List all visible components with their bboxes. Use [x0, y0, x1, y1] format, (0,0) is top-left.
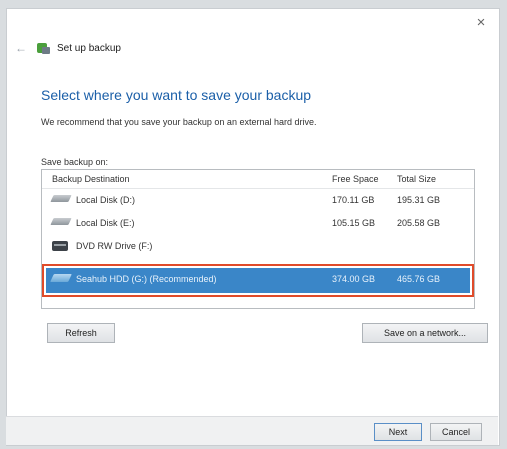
dialog-window: × ← Set up backup Select where you want … — [6, 8, 500, 446]
list-item[interactable]: Local Disk (E:) 105.15 GB 205.58 GB — [42, 212, 474, 235]
drive-free-space: 170.11 GB — [332, 195, 375, 205]
page-heading: Select where you want to save your backu… — [41, 87, 312, 103]
hard-drive-icon — [50, 195, 72, 202]
column-header-total-size[interactable]: Total Size — [397, 174, 436, 184]
list-item[interactable]: Local Disk (D:) 170.11 GB 195.31 GB — [42, 189, 474, 212]
column-header-destination[interactable]: Backup Destination — [52, 174, 130, 184]
column-header-free-space[interactable]: Free Space — [332, 174, 379, 184]
list-item[interactable]: DVD RW Drive (F:) — [42, 235, 474, 258]
recommendation-text: We recommend that you save your backup o… — [41, 117, 317, 127]
drive-free-space: 105.15 GB — [332, 218, 376, 228]
drive-name: Local Disk (E:) — [76, 218, 135, 228]
dialog-footer — [6, 416, 498, 445]
back-arrow-icon[interactable]: ← — [15, 41, 27, 55]
dvd-drive-icon — [52, 241, 68, 251]
drive-name: Seahub HDD (G:) (Recommended) — [76, 274, 217, 284]
drive-free-space: 374.00 GB — [332, 274, 376, 284]
drive-total-size: 465.76 GB — [397, 274, 441, 284]
list-header: Backup Destination Free Space Total Size — [42, 170, 474, 189]
drive-name: Local Disk (D:) — [76, 195, 136, 205]
window-title: Set up backup — [57, 42, 121, 54]
close-icon[interactable]: × — [473, 15, 489, 31]
usb-drive-icon — [50, 274, 72, 282]
list-item-selected[interactable]: Seahub HDD (G:) (Recommended) 374.00 GB … — [42, 264, 474, 297]
backup-destination-list[interactable]: Backup Destination Free Space Total Size… — [41, 169, 475, 309]
drive-total-size: 205.58 GB — [397, 218, 441, 228]
drive-total-size: 195.31 GB — [397, 195, 441, 205]
drive-name: DVD RW Drive (F:) — [76, 241, 153, 251]
hard-drive-icon — [50, 218, 72, 225]
cancel-button[interactable]: Cancel — [430, 423, 482, 441]
nav-bar: ← Set up backup — [15, 41, 121, 55]
save-on-network-button[interactable]: Save on a network... — [362, 323, 488, 343]
save-backup-on-label: Save backup on: — [41, 157, 109, 167]
next-button[interactable]: Next — [374, 423, 422, 441]
refresh-button[interactable]: Refresh — [47, 323, 115, 343]
backup-app-icon — [37, 41, 51, 55]
